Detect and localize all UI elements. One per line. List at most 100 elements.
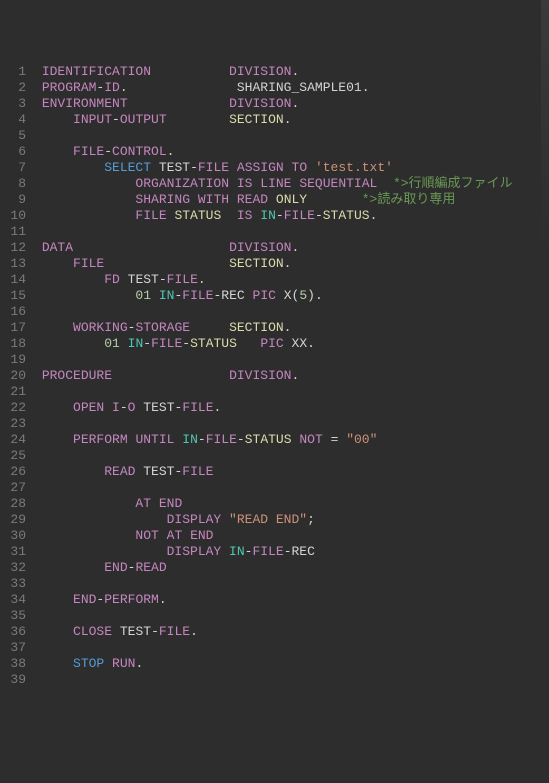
code-line[interactable]: FD TEST-FILE.: [34, 272, 549, 288]
token-kw: FILE: [206, 432, 237, 447]
line-number: 16: [0, 304, 26, 320]
code-line[interactable]: DISPLAY "READ END";: [34, 512, 549, 528]
line-number: 7: [0, 160, 26, 176]
token-wht: [284, 336, 292, 351]
code-line[interactable]: FILE-CONTROL.: [34, 144, 549, 160]
token-op: -: [198, 432, 206, 447]
line-number: 8: [0, 176, 26, 192]
code-line[interactable]: [34, 576, 549, 592]
token-wht: [229, 176, 237, 191]
token-wht: [128, 80, 237, 95]
code-line[interactable]: STOP RUN.: [34, 656, 549, 672]
code-line[interactable]: SHARING WITH READ ONLY *>読み取り専用: [34, 192, 549, 208]
token-id: REC: [221, 288, 244, 303]
code-line[interactable]: [34, 672, 549, 688]
token-op: .: [135, 656, 143, 671]
token-kw: ASSIGN: [237, 160, 284, 175]
code-line[interactable]: [34, 480, 549, 496]
code-line[interactable]: END-PERFORM.: [34, 592, 549, 608]
token-kw: FILE: [182, 288, 213, 303]
token-kw: AT: [135, 496, 151, 511]
minimap[interactable]: [541, 0, 549, 623]
code-line[interactable]: INPUT-OUTPUT SECTION.: [34, 112, 549, 128]
token-cyan: IN: [260, 208, 276, 223]
code-line[interactable]: READ TEST-FILE: [34, 464, 549, 480]
code-line[interactable]: 01 IN-FILE-REC PIC X(5).: [34, 288, 549, 304]
token-op: .: [198, 272, 206, 287]
token-op: .: [291, 96, 299, 111]
code-line[interactable]: [34, 384, 549, 400]
code-line[interactable]: [34, 448, 549, 464]
code-line[interactable]: [34, 352, 549, 368]
line-number: 9: [0, 192, 26, 208]
token-kw: READ: [104, 464, 135, 479]
line-number: 19: [0, 352, 26, 368]
code-line[interactable]: [34, 128, 549, 144]
token-kw: ORGANIZATION: [135, 176, 229, 191]
line-number: 4: [0, 112, 26, 128]
token-op: .: [120, 80, 128, 95]
token-kw: DATA: [42, 240, 73, 255]
code-line[interactable]: [34, 416, 549, 432]
token-op: -: [284, 544, 292, 559]
token-op: -: [182, 336, 190, 351]
code-line[interactable]: DISPLAY IN-FILE-REC: [34, 544, 549, 560]
token-op: -: [237, 432, 245, 447]
token-op: -: [151, 624, 159, 639]
code-line[interactable]: FILE STATUS IS IN-FILE-STATUS.: [34, 208, 549, 224]
code-line[interactable]: [34, 608, 549, 624]
token-kw: READ: [237, 192, 268, 207]
token-wht: [73, 240, 229, 255]
code-line[interactable]: ENVIRONMENT DIVISION.: [34, 96, 549, 112]
line-number: 20: [0, 368, 26, 384]
code-editor[interactable]: 1234567891011121314151617181920212223242…: [0, 64, 549, 687]
token-kw: PROCEDURE: [42, 368, 112, 383]
token-id: TEST: [159, 160, 190, 175]
token-sec: STATUS: [174, 208, 221, 223]
line-number: 31: [0, 544, 26, 560]
code-area[interactable]: IDENTIFICATION DIVISION. PROGRAM-ID. SHA…: [34, 64, 549, 687]
line-number: 24: [0, 432, 26, 448]
code-line[interactable]: CLOSE TEST-FILE.: [34, 624, 549, 640]
line-number: 6: [0, 144, 26, 160]
code-line[interactable]: OPEN I-O TEST-FILE.: [34, 400, 549, 416]
line-number: 21: [0, 384, 26, 400]
code-line[interactable]: DATA DIVISION.: [34, 240, 549, 256]
token-sec: STATUS: [323, 208, 370, 223]
token-wht: [120, 336, 128, 351]
token-kw: CLOSE: [73, 624, 112, 639]
code-line[interactable]: [34, 640, 549, 656]
token-op: .: [315, 288, 323, 303]
token-kw: FILE: [73, 256, 104, 271]
token-wht: [229, 160, 237, 175]
code-line[interactable]: PROCEDURE DIVISION.: [34, 368, 549, 384]
token-num: 01: [104, 336, 120, 351]
token-kw: FILE: [182, 400, 213, 415]
code-line[interactable]: SELECT TEST-FILE ASSIGN TO 'test.txt': [34, 160, 549, 176]
code-line[interactable]: WORKING-STORAGE SECTION.: [34, 320, 549, 336]
code-line[interactable]: ORGANIZATION IS LINE SEQUENTIAL *>行順編成ファ…: [34, 176, 549, 192]
code-line[interactable]: PROGRAM-ID. SHARING_SAMPLE01.: [34, 80, 549, 96]
token-op: -: [276, 208, 284, 223]
token-kw: PERFORM: [73, 432, 128, 447]
code-line[interactable]: [34, 224, 549, 240]
code-line[interactable]: IDENTIFICATION DIVISION.: [34, 64, 549, 80]
code-line[interactable]: END-READ: [34, 560, 549, 576]
token-op: .: [159, 592, 167, 607]
token-wht: [229, 192, 237, 207]
code-line[interactable]: FILE SECTION.: [34, 256, 549, 272]
code-line[interactable]: PERFORM UNTIL IN-FILE-STATUS NOT = "00": [34, 432, 549, 448]
token-cmt: *>読み取り専用: [362, 192, 456, 207]
token-kw: FILE: [182, 464, 213, 479]
line-number-gutter: 1234567891011121314151617181920212223242…: [0, 64, 34, 687]
line-number: 38: [0, 656, 26, 672]
code-line[interactable]: NOT AT END: [34, 528, 549, 544]
code-line[interactable]: AT END: [34, 496, 549, 512]
code-line[interactable]: [34, 304, 549, 320]
token-wht: [268, 192, 276, 207]
token-op: .: [362, 80, 370, 95]
code-line[interactable]: 01 IN-FILE-STATUS PIC XX.: [34, 336, 549, 352]
token-op: .: [167, 144, 175, 159]
token-kw: NOT: [299, 432, 322, 447]
token-op: -: [315, 208, 323, 223]
